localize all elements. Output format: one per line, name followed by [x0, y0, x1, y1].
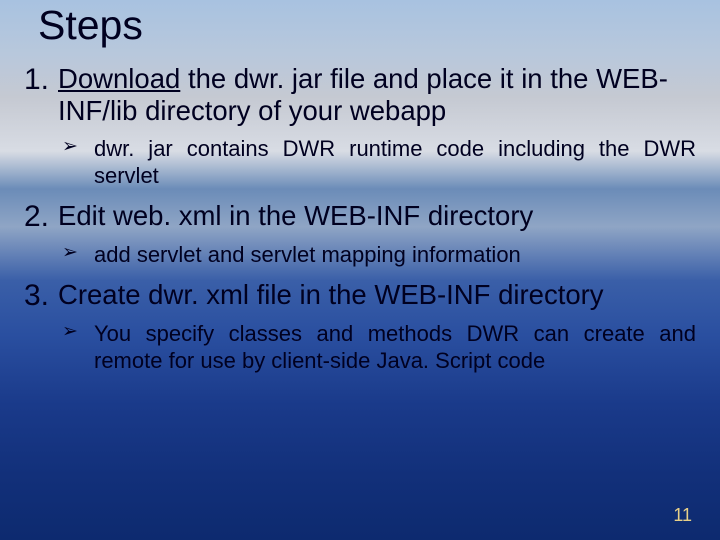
step-text: Create dwr. xml file in the WEB-INF dire… [58, 279, 696, 311]
step-sub: ➢ dwr. jar contains DWR runtime code inc… [24, 136, 696, 190]
step-row: 1. Download the dwr. jar file and place … [24, 63, 696, 128]
bullet-arrow-icon: ➢ [62, 321, 94, 344]
step-row: 3. Create dwr. xml file in the WEB-INF d… [24, 279, 696, 314]
step-number: 1. [24, 63, 58, 98]
page-title: Steps [24, 0, 696, 49]
page-number: 11 [673, 505, 692, 526]
step-number: 3. [24, 279, 58, 314]
step-sub-text: You specify classes and methods DWR can … [94, 321, 696, 375]
bullet-arrow-icon: ➢ [62, 242, 94, 265]
steps-list: 1. Download the dwr. jar file and place … [24, 63, 696, 375]
step-row: 2. Edit web. xml in the WEB-INF director… [24, 200, 696, 235]
bullet-arrow-icon: ➢ [62, 136, 94, 159]
step-text: Download the dwr. jar file and place it … [58, 63, 696, 128]
step-sub-text: dwr. jar contains DWR runtime code inclu… [94, 136, 696, 190]
step-sub: ➢ add servlet and servlet mapping inform… [24, 242, 696, 269]
step-1: 1. Download the dwr. jar file and place … [24, 63, 696, 190]
slide: Steps 1. Download the dwr. jar file and … [0, 0, 720, 540]
step-text: Edit web. xml in the WEB-INF directory [58, 200, 696, 232]
step-3: 3. Create dwr. xml file in the WEB-INF d… [24, 279, 696, 375]
step-sub-text: add servlet and servlet mapping informat… [94, 242, 696, 269]
step-number: 2. [24, 200, 58, 235]
step-2: 2. Edit web. xml in the WEB-INF director… [24, 200, 696, 269]
step-sub: ➢ You specify classes and methods DWR ca… [24, 321, 696, 375]
download-link[interactable]: Download [58, 63, 180, 94]
